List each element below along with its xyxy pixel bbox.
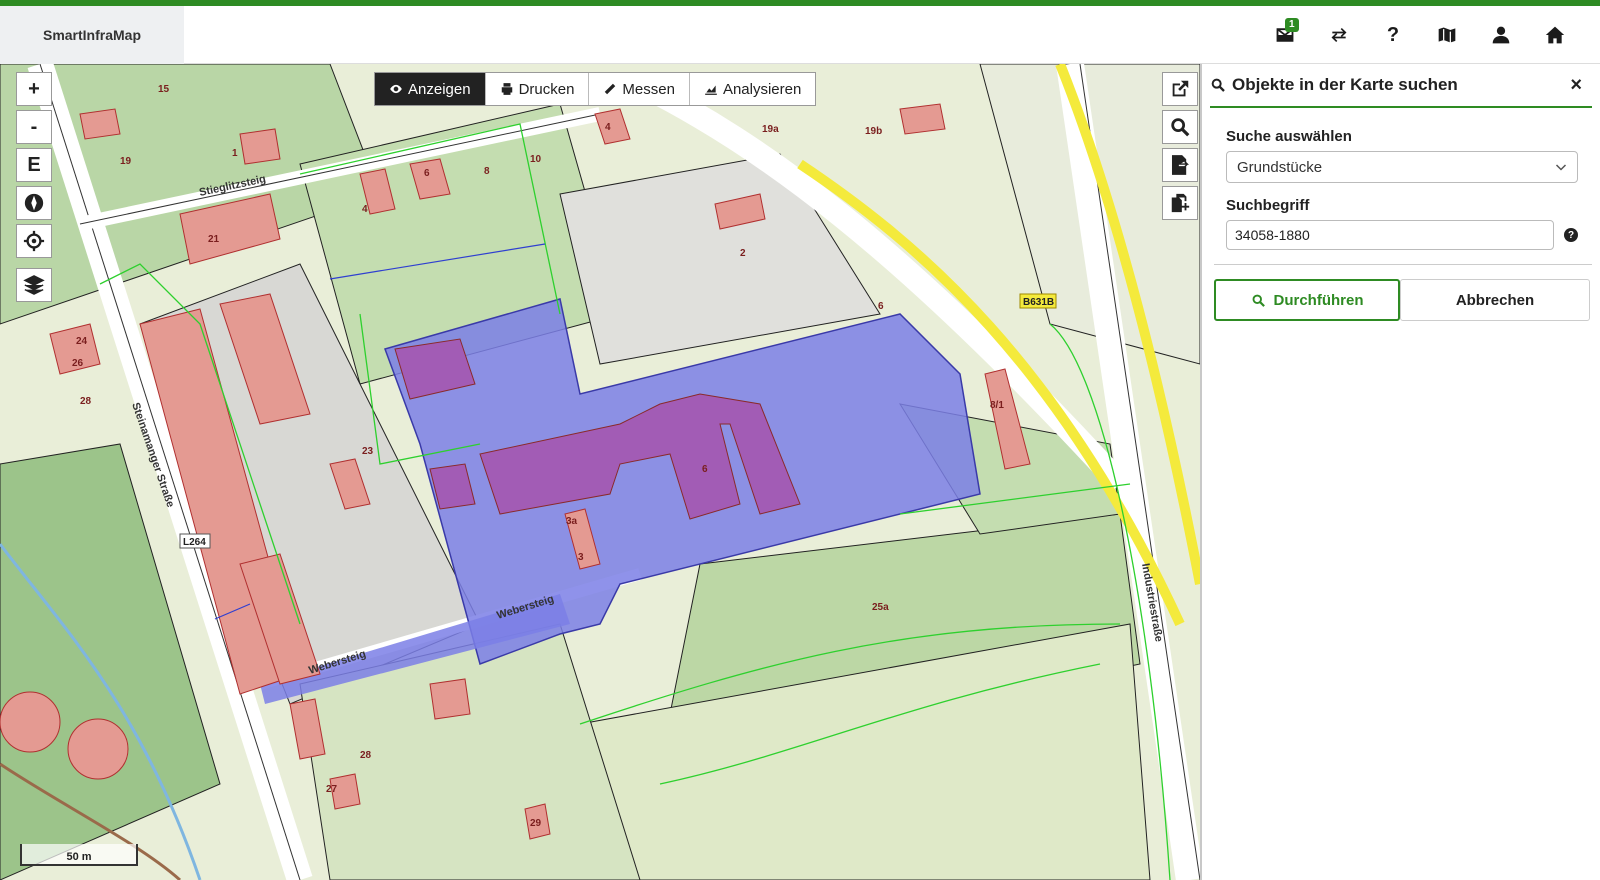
execute-search-button[interactable]: Durchführen xyxy=(1214,279,1400,321)
panel-divider xyxy=(1214,264,1592,265)
map-label-25a: 25a xyxy=(872,602,889,613)
map-label-27: 27 xyxy=(326,784,338,795)
map-label-6b: 6 xyxy=(878,301,884,312)
map-label-10: 10 xyxy=(530,154,542,165)
search-panel: Objekte in der Karte suchen × Suche ausw… xyxy=(1200,64,1600,880)
map-label-21: 21 xyxy=(208,234,220,245)
export-button[interactable] xyxy=(1162,148,1198,182)
close-panel-button[interactable]: × xyxy=(1570,74,1582,97)
map-label-28b: 28 xyxy=(360,750,372,761)
map-label-1: 1 xyxy=(232,148,238,159)
search-term-row: ? xyxy=(1226,220,1600,250)
map-label-6c: 6 xyxy=(702,464,708,475)
file-export-icon xyxy=(1171,155,1189,175)
header-toolbar: 1 ? xyxy=(1258,6,1582,64)
swap-icon xyxy=(1331,28,1347,42)
edit-button[interactable]: E xyxy=(16,148,52,182)
add-document-button[interactable] xyxy=(1162,186,1198,220)
compass-icon xyxy=(24,193,44,213)
map-search-button[interactable] xyxy=(1162,110,1198,144)
user-button[interactable] xyxy=(1474,6,1528,64)
map-label-8a: 8 xyxy=(484,166,490,177)
help-icon[interactable]: ? xyxy=(1564,228,1578,242)
print-tool-label: Drucken xyxy=(518,80,575,98)
swap-button[interactable] xyxy=(1312,6,1366,64)
road-label-b631b: B631B xyxy=(1023,297,1054,308)
layers-button[interactable] xyxy=(16,268,52,302)
map-side-controls xyxy=(1162,72,1200,220)
home-button[interactable] xyxy=(1528,6,1582,64)
map-label-6a: 6 xyxy=(424,168,430,179)
messages-button[interactable]: 1 xyxy=(1258,6,1312,64)
printer-icon xyxy=(501,83,512,95)
compass-button[interactable] xyxy=(16,186,52,220)
crosshair-icon xyxy=(23,230,45,252)
map-label-19: 19 xyxy=(120,156,132,167)
cancel-button[interactable]: Abbrechen xyxy=(1400,279,1590,321)
map-button[interactable] xyxy=(1420,6,1474,64)
map-label-3a: 3a xyxy=(566,516,578,527)
search-icon xyxy=(1211,78,1225,92)
eye-icon xyxy=(390,84,402,94)
chevron-down-icon xyxy=(1555,164,1567,171)
map-toolbar: Anzeigen Drucken Messen Analysieren xyxy=(374,72,817,106)
execute-search-label: Durchführen xyxy=(1273,291,1364,309)
analyze-tool-button[interactable]: Analysieren xyxy=(690,73,815,105)
user-icon xyxy=(1492,26,1510,44)
map-label-28a: 28 xyxy=(80,396,92,407)
locate-button[interactable] xyxy=(16,224,52,258)
road-label-l264: L264 xyxy=(183,537,206,548)
home-icon xyxy=(1545,26,1565,44)
analyze-tool-label: Analysieren xyxy=(722,80,802,98)
search-type-value: Grundstücke xyxy=(1237,158,1323,176)
measure-tool-label: Messen xyxy=(622,80,675,98)
map-label-2: 2 xyxy=(740,248,746,259)
file-add-icon xyxy=(1171,193,1190,213)
measure-tool-button[interactable]: Messen xyxy=(589,73,690,105)
map-label-4b: 4 xyxy=(605,122,611,133)
map-label-8-1: 8/1 xyxy=(990,400,1004,411)
search-type-select[interactable]: Grundstücke xyxy=(1226,151,1578,183)
open-external-button[interactable] xyxy=(1162,72,1198,106)
show-tool-button[interactable]: Anzeigen xyxy=(375,73,486,105)
search-term-label: Suchbegriff xyxy=(1226,197,1310,214)
search-type-label: Suche auswählen xyxy=(1226,128,1352,145)
map-icon xyxy=(1438,27,1456,43)
search-icon xyxy=(1252,294,1265,307)
map-label-24: 24 xyxy=(76,336,88,347)
app-title[interactable]: SmartInfraMap xyxy=(0,6,184,64)
show-tool-label: Anzeigen xyxy=(408,80,471,98)
map-label-4a: 4 xyxy=(362,204,368,215)
app-header: SmartInfraMap 1 ? xyxy=(0,6,1600,64)
search-panel-header: Objekte in der Karte suchen × xyxy=(1210,64,1592,108)
map-label-26: 26 xyxy=(72,358,84,369)
map-label-29: 29 xyxy=(530,818,542,829)
print-tool-button[interactable]: Drucken xyxy=(486,73,590,105)
map-label-19b: 19b xyxy=(865,126,882,137)
map-label-15: 15 xyxy=(158,84,170,95)
map-label-19a: 19a xyxy=(762,124,779,135)
panel-actions: Durchführen Abbrechen xyxy=(1214,279,1600,321)
ruler-icon xyxy=(605,83,616,95)
zoom-out-button[interactable]: - xyxy=(16,110,52,144)
search-term-input[interactable] xyxy=(1226,220,1554,250)
map-navigation-controls: + - E xyxy=(16,72,52,302)
map-canvas[interactable]: 15 19 1 21 4 6 8 10 4 2 19a 19b 6 8/1 6 … xyxy=(0,64,1200,880)
message-count-badge: 1 xyxy=(1285,18,1299,32)
chart-icon xyxy=(705,85,717,95)
search-icon xyxy=(1171,118,1190,137)
scale-bar: 50 m xyxy=(20,844,138,866)
external-link-icon xyxy=(1172,80,1189,97)
panel-title: Objekte in der Karte suchen xyxy=(1232,75,1458,94)
map-label-3: 3 xyxy=(578,552,584,563)
map-label-23: 23 xyxy=(362,446,374,457)
zoom-in-button[interactable]: + xyxy=(16,72,52,106)
layers-icon xyxy=(23,275,45,295)
map-basemap[interactable]: 15 19 1 21 4 6 8 10 4 2 19a 19b 6 8/1 6 … xyxy=(0,64,1200,880)
help-icon: ? xyxy=(1386,23,1400,46)
help-button[interactable]: ? xyxy=(1366,6,1420,64)
